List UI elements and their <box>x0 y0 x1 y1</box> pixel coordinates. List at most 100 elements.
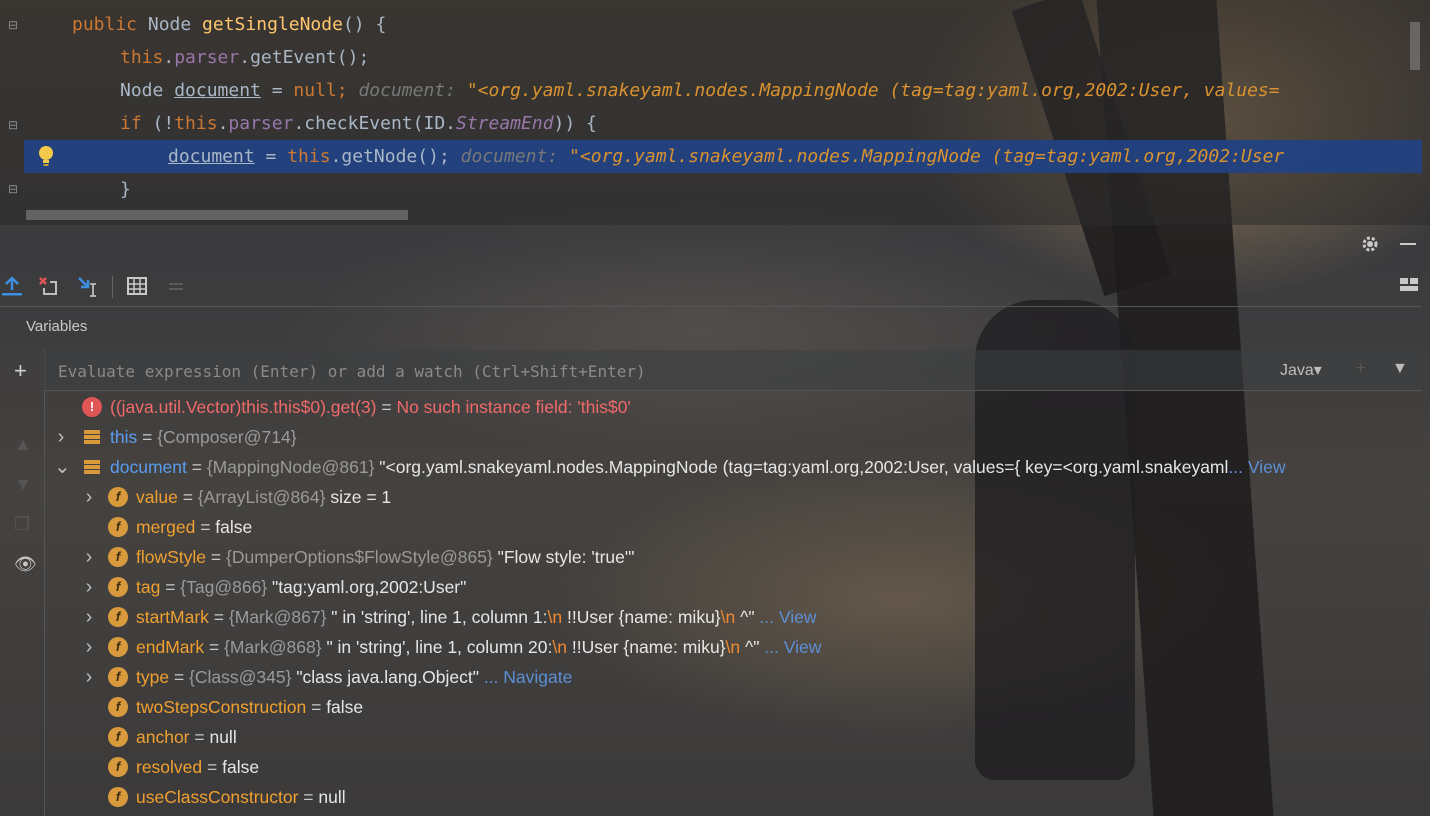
code-token: . <box>163 47 175 68</box>
drop-frame-icon[interactable] <box>36 274 60 298</box>
language-selector[interactable]: Java▾ <box>1280 360 1322 380</box>
inline-value-label: document: <box>460 146 570 167</box>
code-line: this.parser.getEvent(); <box>0 41 1422 74</box>
variable-row[interactable]: › f endMark = {Mark@868} " in 'string', li… <box>44 632 1424 662</box>
view-link[interactable]: ... View <box>759 607 816 627</box>
code-token: if <box>120 113 153 134</box>
expand-arrow-icon[interactable]: › <box>82 542 96 572</box>
variable-value: false <box>326 697 364 717</box>
expand-arrow-icon[interactable]: › <box>82 632 96 662</box>
equals: = <box>376 397 397 417</box>
copy-icon: ❐ <box>14 514 31 534</box>
variable-name: useClassConstructor <box>136 787 299 807</box>
variable-row[interactable]: › this = {Composer@714} <box>44 422 1424 452</box>
panel-divider <box>0 306 1422 307</box>
code-text: this.parser.getEvent(); <box>120 41 369 74</box>
move-down-icon: ▼ <box>14 474 32 494</box>
code-token: (! <box>152 113 175 134</box>
object-reference: {Tag@866} <box>180 577 268 597</box>
code-text: if (!this.parser.checkEvent(ID.StreamEnd… <box>120 107 597 140</box>
lightbulb-icon[interactable] <box>36 144 56 168</box>
error-icon: ! <box>82 397 102 417</box>
horizontal-scrollbar[interactable] <box>26 210 408 220</box>
evaluate-expression-input[interactable] <box>56 358 1240 384</box>
equals: = <box>204 637 225 657</box>
layout-settings-icon[interactable] <box>1398 274 1420 296</box>
variable-value: null <box>318 787 346 807</box>
code-text: public Node getSingleNode() { <box>72 8 386 41</box>
inline-spacer <box>450 146 461 167</box>
view-link[interactable]: ... View <box>764 637 821 657</box>
gear-icon[interactable] <box>1360 234 1380 254</box>
variable-value: false <box>222 757 260 777</box>
variable-value: false <box>215 517 253 537</box>
toolbar-separator <box>112 276 113 298</box>
variable-name: merged <box>136 517 196 537</box>
variable-text: merged = false <box>136 512 252 542</box>
object-icon <box>82 459 102 479</box>
view-link[interactable]: ... Navigate <box>484 667 573 687</box>
field-icon: f <box>108 517 128 537</box>
field-icon: f <box>108 727 128 747</box>
highlighted-code-line: document = this.getNode(); document: "<o… <box>24 140 1422 173</box>
inline-value: "<org.yaml.snakeyaml.nodes.MappingNode (… <box>466 80 1280 101</box>
expand-arrow-icon[interactable]: › <box>82 572 96 602</box>
code-editor[interactable]: ⊟ ⊟ ⊟ public Node getSingleNode() {this.… <box>0 0 1430 225</box>
vertical-scrollbar[interactable] <box>1410 22 1420 70</box>
equals: = <box>306 697 327 717</box>
variable-row[interactable]: f anchor = null <box>44 722 1424 752</box>
variable-value: !!User {name: miku} <box>562 607 721 627</box>
variable-value: " in 'string', line 1, column 20: <box>321 637 553 657</box>
evaluate-table-icon[interactable] <box>125 274 149 298</box>
escape-sequence: \n <box>552 637 567 657</box>
variable-row[interactable]: f merged = false <box>44 512 1424 542</box>
view-link[interactable]: ... View <box>1228 457 1285 477</box>
variable-name: this <box>110 427 138 447</box>
escape-sequence: \n <box>720 607 736 627</box>
variable-text: type = {Class@345} "class java.lang.Obje… <box>136 662 572 692</box>
run-to-cursor-icon[interactable] <box>76 274 100 298</box>
variable-value: ^" <box>735 607 760 627</box>
watch-error-row[interactable]: ! ((java.util.Vector)this.this$0).get(3) … <box>44 392 1424 422</box>
expand-arrow-icon[interactable]: › <box>82 482 96 512</box>
expand-arrow-icon[interactable]: › <box>82 602 96 632</box>
variable-name: endMark <box>136 637 205 657</box>
collapse-arrow-icon[interactable]: ⌄ <box>54 452 71 482</box>
code-token: document <box>168 146 255 167</box>
variable-name: document <box>110 457 187 477</box>
code-token: public <box>72 14 148 35</box>
code-line: Node document = null; document: "<org.ya… <box>0 74 1422 107</box>
eye-icon[interactable]: 👁 <box>14 554 37 575</box>
variable-name: type <box>136 667 170 687</box>
variable-row[interactable]: f useClassConstructor = null <box>44 782 1424 812</box>
expand-arrow-icon[interactable]: › <box>54 422 68 452</box>
add-watch-icon[interactable]: + <box>14 358 27 384</box>
code-token: .getEvent(); <box>239 47 370 68</box>
variable-value: " in 'string', line 1, column 1: <box>326 607 548 627</box>
code-token: this <box>174 113 218 134</box>
variable-row[interactable]: › f tag = {Tag@866} "tag:yaml.org,2002:Use… <box>44 572 1424 602</box>
variable-row[interactable]: ⌄ document = {MappingNode@861} "<org.yaml… <box>44 452 1424 482</box>
variable-text: this = {Composer@714} <box>110 422 297 452</box>
variable-value: "<org.yaml.snakeyaml.nodes.MappingNode (… <box>374 457 1229 477</box>
equals: = <box>202 757 223 777</box>
variable-row[interactable]: f twoStepsConstruction = false <box>44 692 1424 722</box>
variable-row[interactable]: › f startMark = {Mark@867} " in 'string', … <box>44 602 1424 632</box>
variable-value: null <box>209 727 237 747</box>
expand-arrow-icon[interactable]: › <box>82 662 96 692</box>
field-icon: f <box>108 757 128 777</box>
variable-row[interactable]: › f type = {Class@345} "class java.lang.Ob… <box>44 662 1424 692</box>
variable-row[interactable]: › f flowStyle = {DumperOptions$FlowStyle@8… <box>44 542 1424 572</box>
variable-name: twoStepsConstruction <box>136 697 307 717</box>
variables-tree: ! ((java.util.Vector)this.this$0).get(3) … <box>44 392 1424 812</box>
minimize-icon[interactable] <box>1398 234 1418 254</box>
error-text: ((java.util.Vector)this.this$0).get(3) =… <box>110 392 631 422</box>
variable-row[interactable]: › f value = {ArrayList@864} size = 1 <box>44 482 1424 512</box>
variable-name: anchor <box>136 727 190 747</box>
history-dropdown-icon[interactable]: ▼ <box>1392 360 1408 378</box>
field-icon: f <box>108 577 128 597</box>
step-out-icon[interactable] <box>0 274 24 298</box>
field-icon: f <box>108 787 128 807</box>
variable-row[interactable]: f resolved = false <box>44 752 1424 782</box>
object-reference: {Class@345} <box>189 667 292 687</box>
